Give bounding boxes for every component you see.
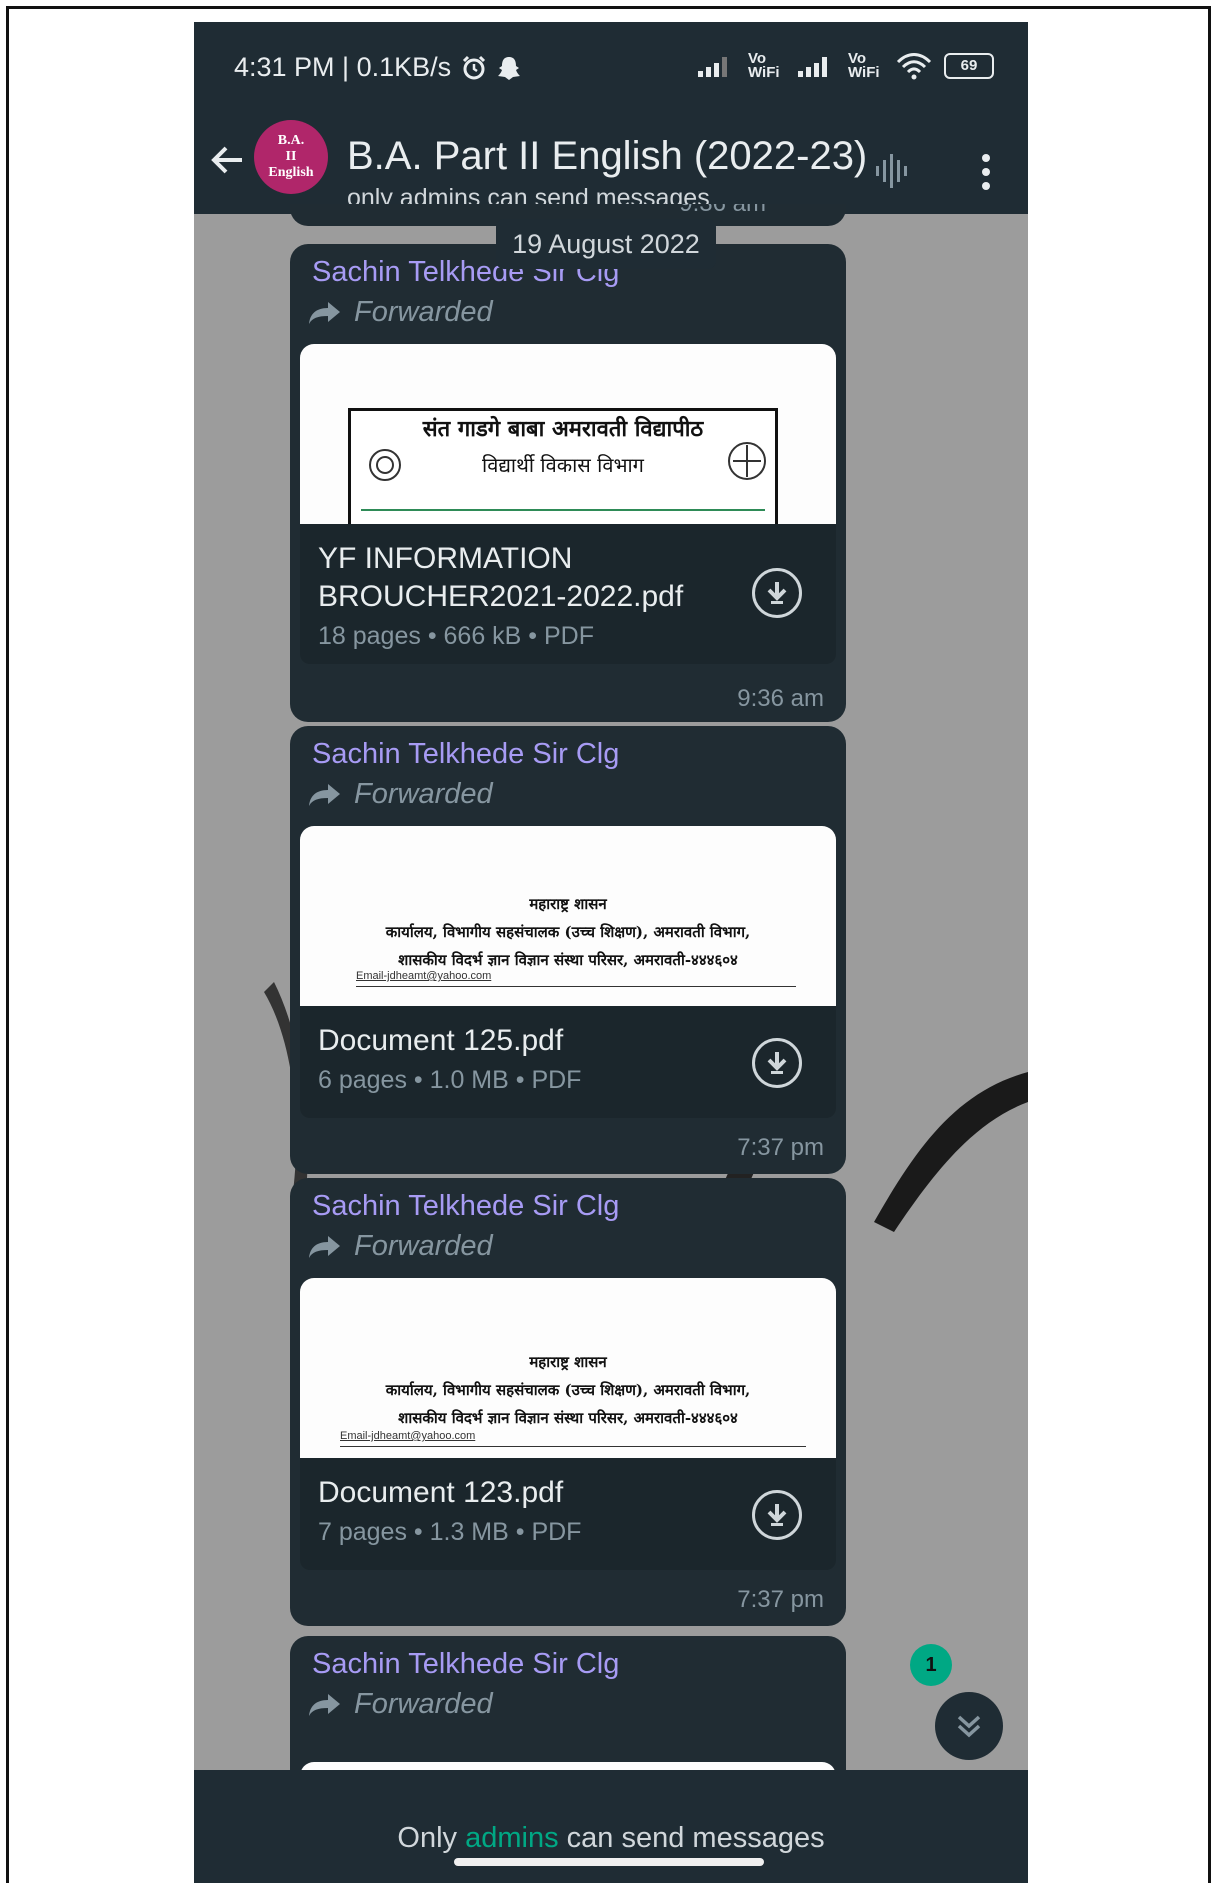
preview-line-2: कार्यालय, विभागीय सहसंचालक (उच्च शिक्षण)… [385, 1381, 751, 1399]
date-badge: 19 August 2022 [496, 219, 716, 269]
forwarded-text: Forwarded [354, 1230, 493, 1262]
preview-border-box: संत गाडगे बाबा अमरावती विद्यापीठ विद्यार… [348, 408, 778, 524]
preview-green-rule [361, 509, 765, 511]
admins-link[interactable]: admins [465, 1822, 559, 1854]
document-info[interactable]: Document 125.pdf 6 pages • 1.0 MB • PDF [300, 1006, 836, 1118]
forwarded-label: Forwarded [308, 1688, 493, 1721]
forward-icon [309, 1693, 340, 1716]
forwarded-text: Forwarded [354, 296, 493, 328]
back-arrow-icon[interactable] [208, 140, 248, 191]
document-name: Document 125.pdf [318, 1024, 564, 1057]
battery-icon: 69 [944, 53, 994, 79]
preview-line-2: कार्यालय, विभागीय सहसंचालक (उच्च शिक्षण)… [385, 923, 751, 941]
avatar-line-2: II [285, 149, 297, 164]
emblem-icon [728, 442, 766, 480]
avatar-line-1: B.A. [277, 133, 305, 148]
document-meta: 7 pages • 1.3 MB • PDF [318, 1518, 582, 1546]
double-chevron-down-icon [957, 1715, 981, 1738]
sender-name[interactable]: Sachin Telkhede Sir Clg [312, 1190, 619, 1223]
wifi-icon [896, 53, 932, 80]
preview-rule [356, 986, 796, 987]
snapchat-icon [498, 56, 521, 80]
preview-email: Email-jdheamt@yahoo.com [356, 970, 492, 982]
forward-icon [309, 783, 340, 806]
preview-line-1: महाराष्ट्र शासन [529, 895, 607, 913]
group-avatar[interactable]: B.A. II English [254, 120, 328, 194]
download-icon [767, 1504, 787, 1526]
message-bubble: Sachin Telkhede Sir Clg Forwarded महाराष… [290, 1178, 846, 1626]
download-icon [767, 582, 787, 604]
status-bar: 4:31 PM | 0.1KB/s Vo WiFi Vo WiFi 69 [234, 50, 994, 92]
partial-message-time: 9:36 am [679, 204, 766, 218]
document-name-line-2: BROUCHER2021-2022.pdf [318, 580, 684, 613]
forwarded-text: Forwarded [354, 1688, 493, 1720]
alarm-icon [463, 55, 486, 79]
download-button[interactable] [752, 1490, 802, 1540]
forwarded-label: Forwarded [308, 778, 493, 811]
footer-text-before: Only [397, 1822, 466, 1854]
message-time: 7:37 pm [737, 1134, 824, 1161]
more-vert-icon[interactable] [980, 154, 992, 190]
forwarded-label: Forwarded [308, 1230, 493, 1263]
chat-title[interactable]: B.A. Part II English (2022-23) [347, 134, 867, 179]
status-time-text: 4:31 PM | 0.1KB/s [234, 52, 452, 82]
message-time: 9:36 am [737, 685, 824, 712]
avatar-line-3: English [268, 165, 314, 180]
document-meta: 18 pages • 666 kB • PDF [318, 622, 594, 650]
forward-icon [309, 301, 340, 324]
document-info[interactable]: YF INFORMATION BROUCHER2021-2022.pdf 18 … [300, 524, 836, 664]
preview-line-1: महाराष्ट्र शासन [529, 1353, 607, 1371]
signal-icon-2 [798, 57, 827, 77]
document-name: Document 123.pdf [318, 1476, 564, 1509]
forward-icon [309, 1235, 340, 1258]
status-icons: Vo WiFi Vo WiFi 69 [696, 50, 994, 81]
preview-heading: संत गाडगे बाबा अमरावती विद्यापीठ [422, 416, 704, 442]
footer-text-after: can send messages [558, 1822, 825, 1854]
document-preview[interactable]: संत गाडगे बाबा अमरावती विद्यापीठ विद्यार… [300, 344, 836, 524]
download-icon [767, 1052, 787, 1074]
voice-chat-icon[interactable] [874, 154, 914, 188]
forwarded-label: Forwarded [308, 296, 493, 329]
preview-line-3: शासकीय विदर्भ ज्ञान विज्ञान संस्था परिसर… [398, 1409, 738, 1427]
forwarded-text: Forwarded [354, 778, 493, 810]
footer-message: Only admins can send messages [194, 1822, 1028, 1855]
phone-screen: 4:31 PM | 0.1KB/s Vo WiFi Vo WiFi 69 B.A… [194, 22, 1028, 1883]
document-name: YF INFORMATION BROUCHER2021-2022.pdf [318, 540, 683, 616]
document-name-line-1: YF INFORMATION [318, 542, 573, 575]
unread-count-badge: 1 [910, 1644, 952, 1686]
preview-email: Email-jdheamt@yahoo.com [340, 1430, 476, 1442]
status-time: 4:31 PM | 0.1KB/s [234, 52, 521, 83]
home-indicator[interactable] [454, 1858, 764, 1866]
document-preview[interactable]: महाराष्ट्र शासन कार्यालय, विभागीय सहसंचा… [300, 826, 836, 1006]
sender-name[interactable]: Sachin Telkhede Sir Clg [312, 1648, 619, 1681]
vowifi-label-2: Vo WiFi [848, 50, 880, 81]
message-bubble: Sachin Telkhede Sir Clg Forwarded [290, 1636, 846, 1776]
preview-subheading: विद्यार्थी विकास विभाग [482, 453, 644, 477]
message-time: 7:37 pm [737, 1586, 824, 1613]
preview-line-3: शासकीय विदर्भ ज्ञान विज्ञान संस्था परिसर… [398, 951, 738, 969]
download-button[interactable] [752, 1038, 802, 1088]
document-preview[interactable]: महाराष्ट्र शासन कार्यालय, विभागीय सहसंचा… [300, 1278, 836, 1458]
message-bubble: Sachin Telkhede Sir Clg Forwarded संत गा… [290, 244, 846, 722]
chat-header: 4:31 PM | 0.1KB/s Vo WiFi Vo WiFi 69 B.A… [194, 22, 1028, 214]
message-bubble: Sachin Telkhede Sir Clg Forwarded महाराष… [290, 726, 846, 1174]
document-info[interactable]: Document 123.pdf 7 pages • 1.3 MB • PDF [300, 1458, 836, 1570]
vowifi-label-1: Vo WiFi [748, 50, 780, 81]
preview-rule [340, 1446, 806, 1447]
university-seal-icon [369, 449, 401, 481]
scroll-to-bottom-button[interactable] [935, 1692, 1003, 1760]
download-button[interactable] [752, 568, 802, 618]
sender-name[interactable]: Sachin Telkhede Sir Clg [312, 738, 619, 771]
document-meta: 6 pages • 1.0 MB • PDF [318, 1066, 582, 1094]
admins-only-footer: Only admins can send messages [194, 1770, 1028, 1883]
signal-icon [698, 57, 727, 77]
